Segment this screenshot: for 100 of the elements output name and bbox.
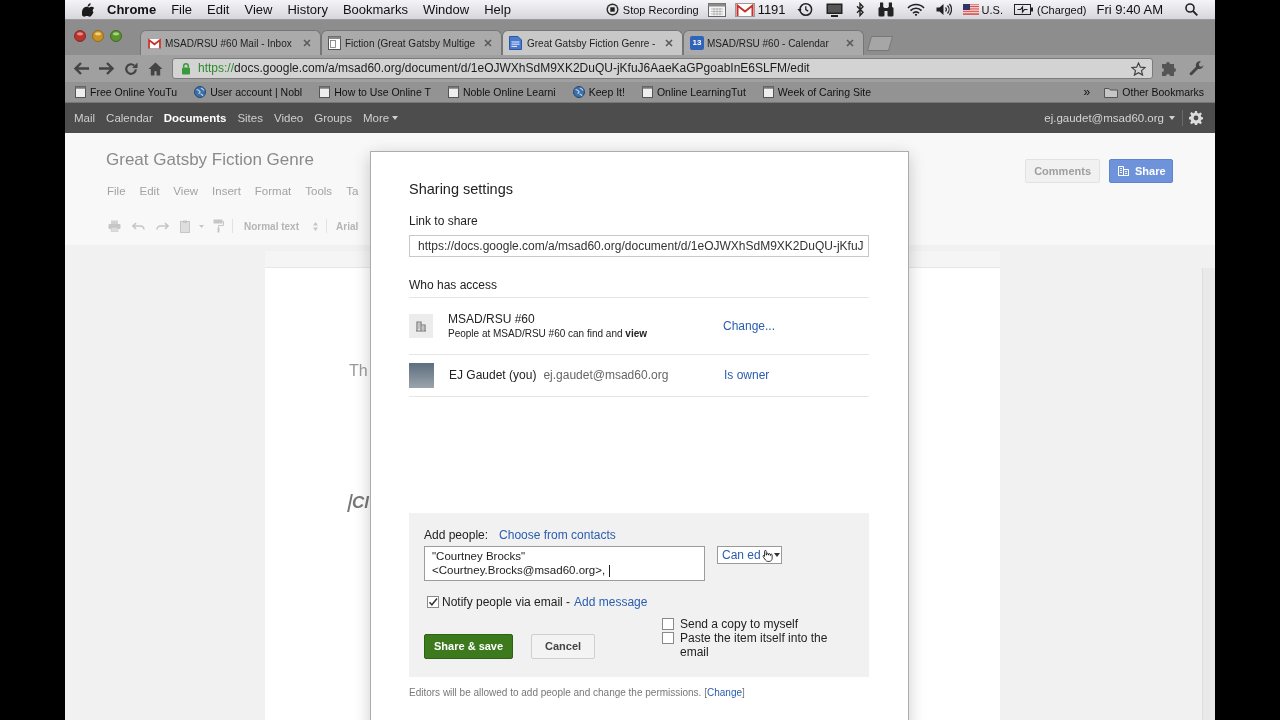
cancel-button[interactable]: Cancel [531, 634, 596, 659]
forward-button[interactable] [99, 62, 114, 75]
clipboard-icon[interactable] [180, 219, 190, 233]
star-icon[interactable] [1131, 61, 1146, 76]
share-save-button[interactable]: Share & save [424, 634, 514, 659]
bookmark[interactable]: Week of Caring Site [762, 85, 871, 99]
clock[interactable]: Fri 9:40 AM [1096, 1, 1163, 18]
apple-logo-icon[interactable] [82, 2, 94, 17]
settings-icon[interactable] [1189, 111, 1203, 125]
wifi-icon[interactable] [906, 3, 925, 16]
document-icon [509, 36, 522, 50]
menu-item[interactable]: Window [422, 0, 470, 19]
checkbox[interactable] [427, 596, 439, 608]
page-icon [641, 86, 653, 98]
access-link[interactable]: Is owner [724, 368, 770, 383]
nav-link[interactable]: Calendar [106, 111, 153, 125]
close-icon[interactable] [665, 39, 673, 47]
home-button[interactable] [148, 61, 163, 76]
page-icon [328, 36, 341, 50]
link-field[interactable]: https://docs.google.com/a/msad60.org/document/d/1eOJWXhSdM9XK2DuQU-jKfuJ [409, 235, 869, 257]
recipients-field[interactable]: "Courtney Brocks" <Courtney.Brocks@msad60.org>, [424, 546, 705, 581]
bookmark[interactable]: User account | Nobl [194, 85, 303, 99]
permission-dropdown[interactable]: Can ed [717, 546, 782, 564]
bookmark[interactable]: Noble Online Learni [447, 85, 556, 99]
battery-icon[interactable] [1014, 4, 1033, 15]
zoom-window-button[interactable] [110, 30, 122, 42]
scrollbar-track[interactable] [1202, 268, 1215, 720]
stop-record-icon[interactable] [605, 3, 619, 16]
building-icon [1118, 166, 1129, 176]
bookmark-folder[interactable]: Other Bookmarks [1104, 85, 1204, 99]
menu-item[interactable]: Edit [207, 0, 230, 19]
add-message-link[interactable]: Add message [574, 595, 648, 609]
hand-cursor-icon [761, 548, 773, 562]
close-icon[interactable] [846, 39, 854, 47]
nav-link[interactable]: More [362, 111, 399, 125]
tab[interactable]: Fiction (Great Gatsby Multige [321, 30, 502, 55]
document-title[interactable]: Great Gatsby Fiction Genre [106, 149, 314, 171]
nav-link[interactable]: Documents [163, 111, 227, 125]
bluetooth-icon[interactable] [855, 2, 865, 17]
checkbox[interactable] [662, 632, 674, 644]
menu-item[interactable]: Bookmarks [342, 0, 408, 19]
add-people-label: Add people: [424, 528, 489, 542]
caret-icon [773, 553, 780, 557]
puzzle-icon[interactable] [1161, 60, 1178, 77]
input-source-label[interactable]: U.S. [981, 2, 1003, 17]
nav-link[interactable]: Mail [74, 111, 96, 125]
account-menu[interactable]: ej.gaudet@msad60.org [1044, 111, 1175, 125]
tab[interactable]: Great Gatsby Fiction Genre - [502, 30, 683, 55]
nav-link[interactable]: Video [273, 111, 304, 125]
access-description: People at MSAD/RSU #60 can find and view [448, 327, 648, 340]
dialog-title: Sharing settings [409, 180, 514, 198]
wrench-icon[interactable] [1189, 60, 1205, 77]
notify-label: Notify people via email - [442, 595, 571, 609]
permissions-note: Editors will be allowed to add people and change the permissions. [Change] [409, 687, 746, 699]
address-field[interactable]: https://docs.google.com/a/msad60.org/document/d/1eOJWXhSdM9XK2DuQU-jKfuJ6AaeKaGPgoabInE6SLFM/edit [172, 58, 1153, 79]
battery-status[interactable]: (Charged) [1037, 2, 1087, 17]
lock-icon [181, 62, 191, 75]
option-label: Paste the item itself into the email [680, 631, 829, 659]
mail-icon[interactable] [734, 2, 755, 17]
access-email: ej.gaudet@msad60.org [543, 368, 669, 383]
option-label: Send a copy to myself [680, 617, 800, 631]
flag-icon[interactable] [962, 4, 979, 15]
menu-item[interactable]: Help [484, 0, 511, 19]
nav-link[interactable]: Groups [314, 111, 352, 125]
calendar-icon[interactable] [707, 2, 726, 17]
access-name: EJ Gaudet (you) [449, 368, 537, 383]
nav-link[interactable]: Sites [237, 111, 263, 125]
display-icon[interactable] [825, 2, 843, 17]
choose-contacts-link[interactable]: Choose from contacts [499, 528, 616, 542]
bookmark[interactable]: Keep It! [572, 85, 625, 99]
binoculars-icon[interactable] [877, 2, 894, 17]
menu-item[interactable]: File [171, 0, 193, 19]
stop-recording-label[interactable]: Stop Recording [622, 2, 699, 17]
reload-button[interactable] [124, 61, 138, 76]
clock-icon[interactable] [796, 2, 813, 17]
menu-item[interactable]: History [287, 0, 328, 19]
back-button[interactable] [74, 62, 89, 75]
access-name: MSAD/RSU #60 [448, 312, 536, 327]
access-link[interactable]: Change... [723, 318, 776, 334]
close-icon[interactable] [484, 39, 492, 47]
mail-count[interactable]: 1191 [757, 1, 786, 18]
app-menu[interactable]: Chrome [107, 0, 157, 19]
bookmarks-overflow-button[interactable]: » [1083, 85, 1091, 99]
page-icon [762, 86, 774, 98]
bookmark[interactable]: Online LearningTut [641, 85, 746, 99]
search-icon[interactable] [1185, 3, 1198, 16]
menu-item[interactable]: View [244, 0, 273, 19]
checkbox[interactable] [662, 618, 674, 630]
minimize-window-button[interactable] [92, 30, 104, 42]
tab[interactable]: MSAD/RSU #60 Mail - Inbox [140, 30, 321, 55]
globe-icon [194, 86, 207, 98]
bookmark[interactable]: Free Online YouTu [75, 85, 178, 99]
section-label: Link to share [409, 214, 479, 229]
tab[interactable]: 13 MSAD/RSU #60 - Calendar [683, 30, 864, 55]
volume-icon[interactable] [935, 3, 952, 16]
bookmark[interactable]: How to Use Online T [319, 85, 431, 99]
page-icon [447, 86, 459, 98]
close-icon[interactable] [303, 39, 311, 47]
close-window-button[interactable] [74, 30, 86, 42]
building-icon [409, 314, 433, 338]
